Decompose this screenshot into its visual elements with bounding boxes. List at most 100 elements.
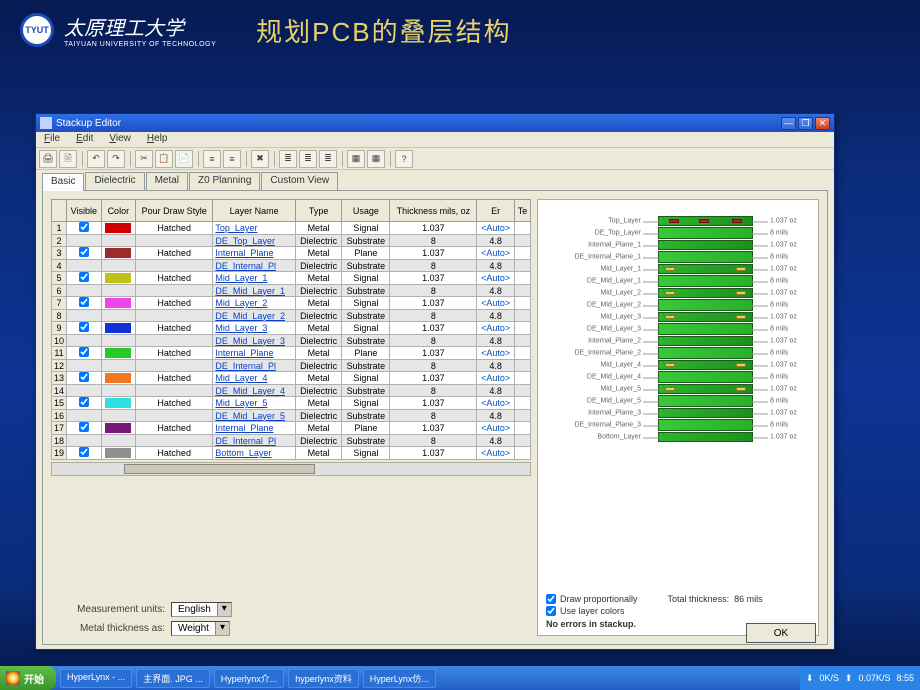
col-header[interactable]: Usage [342, 200, 390, 222]
layer-type[interactable]: Metal [295, 297, 341, 310]
thickness[interactable]: 1.037 [390, 447, 477, 460]
layer-type[interactable]: Metal [295, 422, 341, 435]
layer-table[interactable]: VisibleColorPour Draw StyleLayer NameTyp… [51, 199, 531, 460]
te[interactable] [514, 422, 530, 435]
layer-type[interactable]: Metal [295, 347, 341, 360]
layer-type[interactable]: Metal [295, 247, 341, 260]
pour-draw-style[interactable]: Hatched [135, 447, 212, 460]
layer-name[interactable]: DE_Internal_Pl [213, 435, 295, 447]
col-header[interactable]: Thickness mils, oz [390, 200, 477, 222]
tab-metal[interactable]: Metal [146, 172, 188, 190]
table-row[interactable]: 19HatchedBottom_LayerMetalSignal1.037<Au… [52, 447, 531, 460]
thickness[interactable]: 1.037 [390, 372, 477, 385]
layer-name[interactable]: Internal_Plane [213, 347, 295, 360]
row-header[interactable]: 12 [52, 360, 67, 372]
table-row[interactable]: 12DE_Internal_PlDielectricSubstrate84.8 [52, 360, 531, 372]
layer-name[interactable]: Mid_Layer_2 [213, 297, 295, 310]
start-button[interactable]: 开始 [0, 666, 56, 690]
color-swatch[interactable] [105, 373, 131, 383]
row-header[interactable]: 3 [52, 247, 67, 260]
align-center-icon[interactable]: ≣ [299, 150, 317, 168]
taskbar-item[interactable]: HyperLynx仿... [363, 669, 436, 688]
layer-usage[interactable]: Signal [342, 322, 390, 335]
redo-icon[interactable]: ↷ [107, 150, 125, 168]
menu-file[interactable]: File [36, 132, 68, 147]
te[interactable] [514, 447, 530, 460]
te[interactable] [514, 335, 530, 347]
er[interactable]: <Auto> [477, 222, 515, 235]
pour-draw-style[interactable] [135, 235, 212, 247]
pour-draw-style[interactable] [135, 410, 212, 422]
te[interactable] [514, 222, 530, 235]
col-header[interactable]: Pour Draw Style [135, 200, 212, 222]
table-row[interactable]: 17HatchedInternal_PlaneMetalPlane1.037<A… [52, 422, 531, 435]
layer-name[interactable]: Mid_Layer_4 [213, 372, 295, 385]
er[interactable]: <Auto> [477, 422, 515, 435]
row-header[interactable]: 15 [52, 397, 67, 410]
taskbar-item[interactable]: hyperlynx资料 [288, 669, 359, 688]
add-below-icon[interactable]: ≡ [223, 150, 241, 168]
color-swatch[interactable] [105, 423, 131, 433]
table-row[interactable]: 7HatchedMid_Layer_2MetalSignal1.037<Auto… [52, 297, 531, 310]
layer-usage[interactable]: Substrate [342, 260, 390, 272]
layer-usage[interactable]: Plane [342, 347, 390, 360]
taskbar-item[interactable]: Hyperlynx介... [214, 669, 285, 688]
layer-usage[interactable]: Substrate [342, 310, 390, 322]
table-row[interactable]: 10DE_Mid_Layer_3DielectricSubstrate84.8 [52, 335, 531, 347]
col-header[interactable] [52, 200, 67, 222]
visible-checkbox[interactable] [79, 372, 89, 382]
thickness[interactable]: 1.037 [390, 347, 477, 360]
row-header[interactable]: 6 [52, 285, 67, 297]
pour-draw-style[interactable] [135, 335, 212, 347]
layer-usage[interactable]: Signal [342, 222, 390, 235]
pour-draw-style[interactable]: Hatched [135, 272, 212, 285]
layer-type[interactable]: Dielectric [295, 285, 341, 297]
pour-draw-style[interactable]: Hatched [135, 322, 212, 335]
copy-icon[interactable]: 📋 [155, 150, 173, 168]
pour-draw-style[interactable]: Hatched [135, 397, 212, 410]
layer-name[interactable]: DE_Mid_Layer_4 [213, 385, 295, 397]
row-header[interactable]: 19 [52, 447, 67, 460]
maximize-button[interactable]: ❐ [798, 117, 813, 130]
help-icon[interactable]: ? [395, 150, 413, 168]
layer-type[interactable]: Dielectric [295, 385, 341, 397]
thickness[interactable]: 1.037 [390, 297, 477, 310]
visible-checkbox[interactable] [79, 322, 89, 332]
layer-usage[interactable]: Substrate [342, 360, 390, 372]
layer-usage[interactable]: Plane [342, 247, 390, 260]
visible-checkbox[interactable] [79, 397, 89, 407]
er[interactable]: <Auto> [477, 297, 515, 310]
layer-usage[interactable]: Signal [342, 447, 390, 460]
layer-name[interactable]: Internal_Plane [213, 247, 295, 260]
table-row[interactable]: 4DE_Internal_PlDielectricSubstrate84.8 [52, 260, 531, 272]
taskbar-item[interactable]: HyperLynx - ... [60, 669, 132, 688]
use-colors-checkbox[interactable] [546, 606, 556, 616]
row-header[interactable]: 1 [52, 222, 67, 235]
close-button[interactable]: ✕ [815, 117, 830, 130]
row-header[interactable]: 7 [52, 297, 67, 310]
visible-checkbox[interactable] [79, 222, 89, 232]
er[interactable]: 4.8 [477, 385, 515, 397]
table-row[interactable]: 8DE_Mid_Layer_2DielectricSubstrate84.8 [52, 310, 531, 322]
pour-draw-style[interactable]: Hatched [135, 222, 212, 235]
table-row[interactable]: 16DE_Mid_Layer_5DielectricSubstrate84.8 [52, 410, 531, 422]
print-icon[interactable]: 🖨 [39, 150, 57, 168]
taskbar-item[interactable]: 主界面. JPG ... [136, 669, 210, 688]
row-header[interactable]: 4 [52, 260, 67, 272]
row-header[interactable]: 11 [52, 347, 67, 360]
thickness[interactable]: 8 [390, 385, 477, 397]
layer-usage[interactable]: Substrate [342, 285, 390, 297]
col-header[interactable]: Te [514, 200, 530, 222]
row-header[interactable]: 14 [52, 385, 67, 397]
pour-draw-style[interactable] [135, 435, 212, 447]
te[interactable] [514, 360, 530, 372]
thickness[interactable]: 8 [390, 310, 477, 322]
er[interactable]: 4.8 [477, 285, 515, 297]
menu-help[interactable]: Help [139, 132, 176, 147]
layer-usage[interactable]: Signal [342, 297, 390, 310]
pour-draw-style[interactable] [135, 310, 212, 322]
tab-z0[interactable]: Z0 Planning [189, 172, 260, 190]
row-header[interactable]: 8 [52, 310, 67, 322]
row-header[interactable]: 13 [52, 372, 67, 385]
layer-type[interactable]: Dielectric [295, 360, 341, 372]
